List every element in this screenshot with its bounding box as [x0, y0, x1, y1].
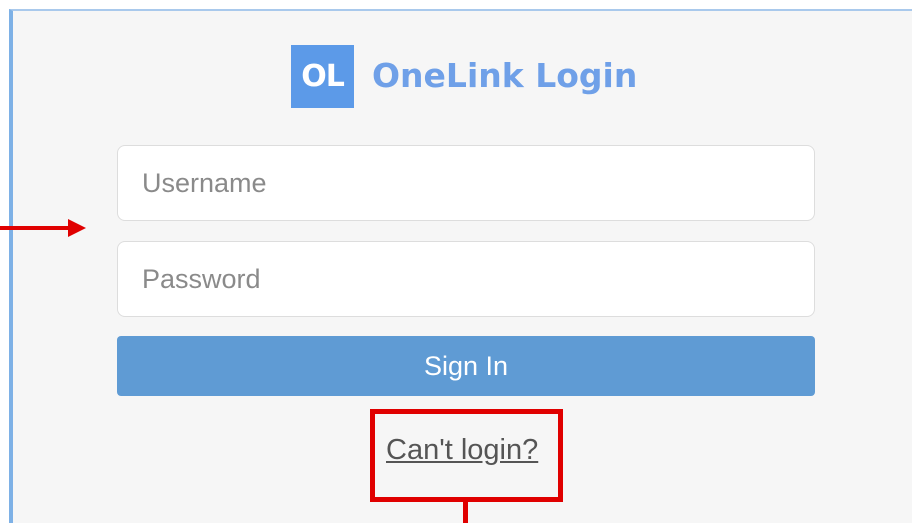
logo-badge: OL [291, 45, 354, 108]
page-title: OneLink Login [372, 56, 638, 95]
annotation-connector-line [463, 502, 468, 523]
username-input[interactable] [117, 145, 815, 221]
annotation-arrow-icon [68, 219, 86, 237]
annotation-arrow-shaft [0, 226, 70, 230]
password-input[interactable] [117, 241, 815, 317]
sign-in-button[interactable]: Sign In [117, 336, 815, 396]
annotation-highlight-box [370, 409, 563, 502]
